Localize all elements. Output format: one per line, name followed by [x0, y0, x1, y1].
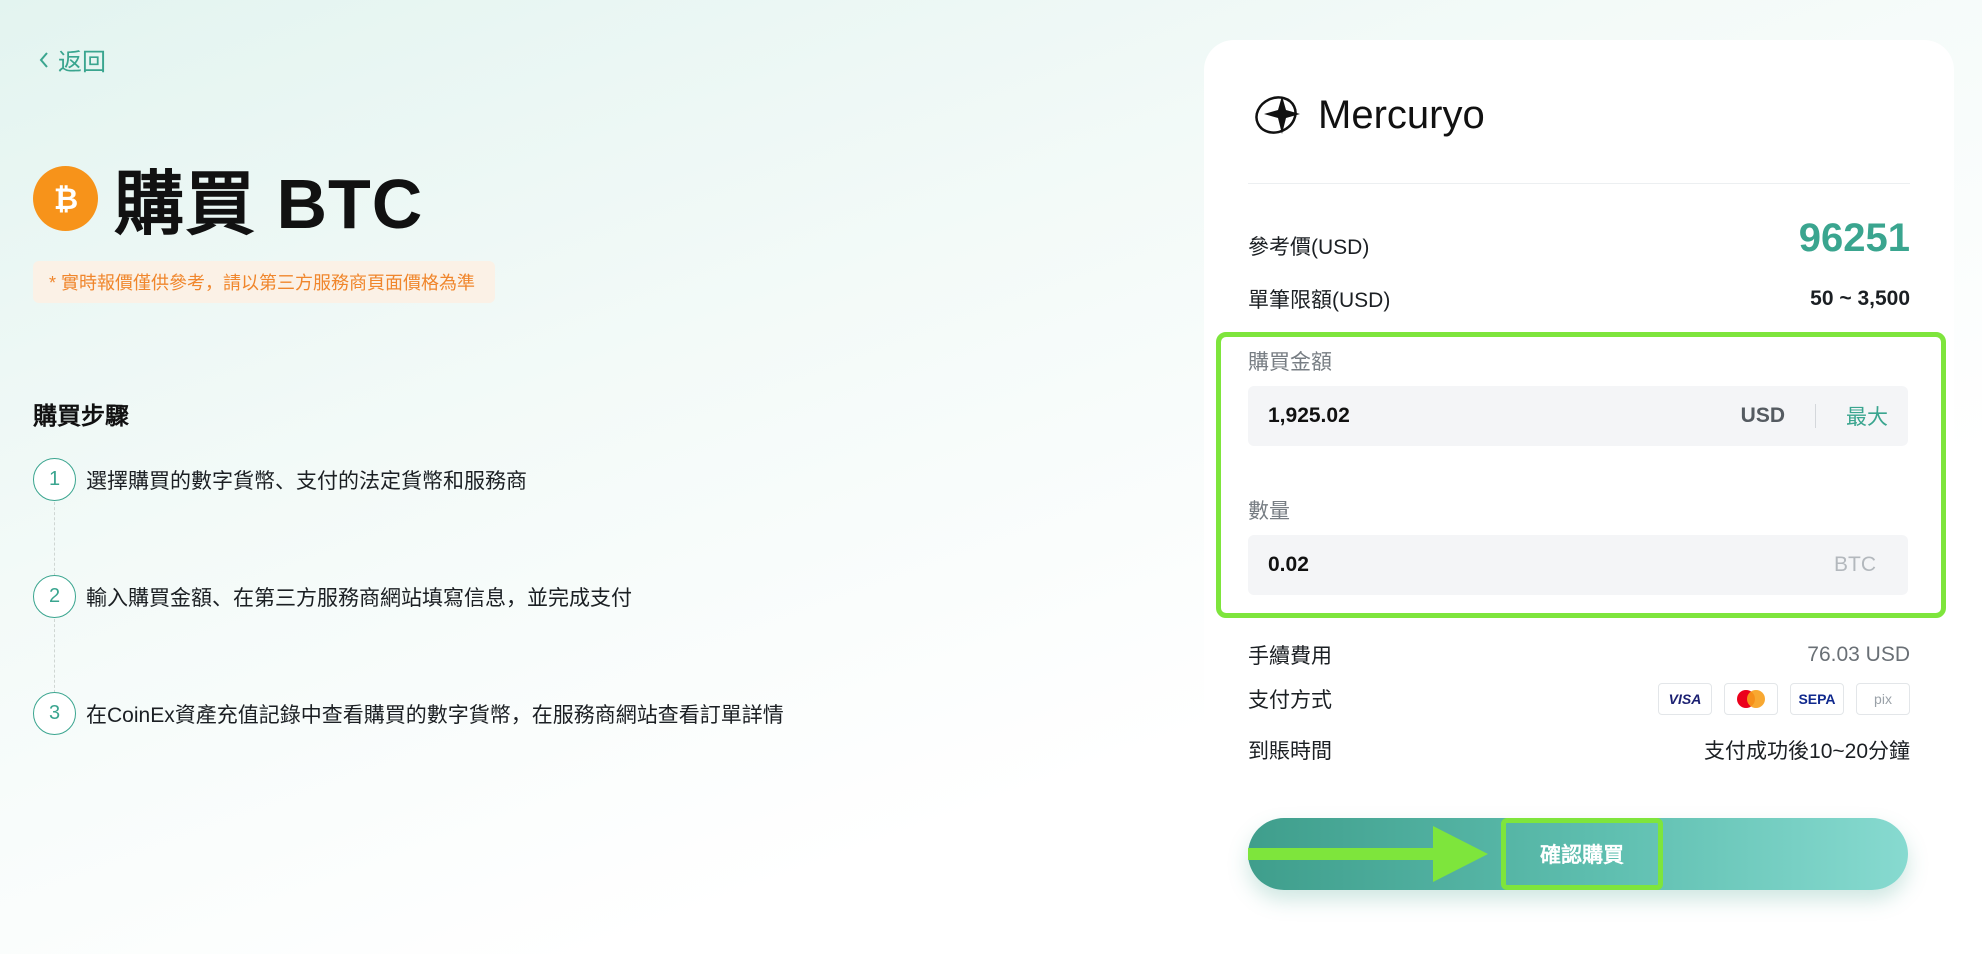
- confirm-purchase-button[interactable]: 確認購買: [1248, 818, 1908, 890]
- payment-methods: VISA SEPA pix: [1658, 683, 1910, 715]
- visa-icon: VISA: [1658, 683, 1712, 715]
- arrow-right-icon: [1248, 826, 1488, 882]
- step-number: 3: [33, 692, 76, 735]
- provider-card: Mercuryo 參考價(USD) 96251 單筆限額(USD) 50 ~ 3…: [1204, 40, 1954, 954]
- steps-title: 購買步驟: [33, 403, 129, 430]
- step-text: 選擇購買的數字貨幣、支付的法定貨幣和服務商: [86, 469, 527, 493]
- price-notice: * 實時報價僅供參考，請以第三方服務商頁面價格為準: [33, 261, 495, 303]
- payment-row: 支付方式 VISA SEPA pix: [1248, 683, 1910, 715]
- payment-label: 支付方式: [1248, 689, 1332, 712]
- amount-label: 購買金額: [1248, 351, 1332, 374]
- back-label: 返回: [58, 49, 106, 76]
- step-2: 2 輸入購買金額、在第三方服務商網站填寫信息，並完成支付: [33, 575, 632, 618]
- sepa-icon: SEPA: [1790, 683, 1844, 715]
- ref-price-row: 參考價(USD) 96251: [1248, 216, 1910, 261]
- step-number: 1: [33, 458, 76, 501]
- provider-name: Mercuryo: [1318, 92, 1485, 137]
- confirm-purchase-label: 確認購買: [1501, 818, 1663, 890]
- step-3: 3 在CoinEx資產充值記錄中查看購買的數字貨幣，在服務商網站查看訂單詳情: [33, 692, 784, 735]
- step-text: 在CoinEx資產充值記錄中查看購買的數字貨幣，在服務商網站查看訂單詳情: [86, 703, 784, 727]
- limit-label: 單筆限額(USD): [1248, 289, 1391, 312]
- divider: [1815, 404, 1816, 428]
- quantity-input[interactable]: [1268, 553, 1834, 577]
- ref-price-label: 參考價(USD): [1248, 235, 1370, 259]
- amount-unit: USD: [1740, 404, 1785, 427]
- step-connector: [54, 619, 55, 698]
- fee-row: 手續費用 76.03 USD: [1248, 640, 1910, 670]
- step-text: 輸入購買金額、在第三方服務商網站填寫信息，並完成支付: [86, 586, 632, 610]
- limit-row: 單筆限額(USD) 50 ~ 3,500: [1248, 284, 1910, 314]
- step-number: 2: [33, 575, 76, 618]
- arrival-row: 到賬時間 支付成功後10~20分鐘: [1248, 735, 1910, 765]
- limit-value: 50 ~ 3,500: [1810, 287, 1910, 310]
- arrival-value: 支付成功後10~20分鐘: [1704, 740, 1910, 763]
- bitcoin-icon: ₿: [33, 166, 98, 231]
- back-link[interactable]: 返回: [36, 42, 106, 77]
- step-1: 1 選擇購買的數字貨幣、支付的法定貨幣和服務商: [33, 458, 527, 501]
- page-title: 購買 BTC: [114, 165, 424, 243]
- divider: [1248, 183, 1910, 184]
- page-header: ₿ 購買 BTC: [33, 148, 423, 249]
- arrival-label: 到賬時間: [1248, 740, 1332, 763]
- fee-label: 手續費用: [1248, 645, 1332, 668]
- step-connector: [54, 502, 55, 581]
- quantity-unit: BTC: [1834, 553, 1876, 576]
- mastercard-icon: [1724, 683, 1778, 715]
- amount-field: USD 最大: [1248, 386, 1908, 446]
- svg-text:₿: ₿: [53, 182, 77, 217]
- quantity-field: BTC: [1248, 535, 1908, 595]
- quantity-label: 數量: [1248, 500, 1290, 523]
- fee-value: 76.03 USD: [1807, 643, 1910, 666]
- max-button[interactable]: 最大: [1846, 401, 1888, 431]
- provider-brand: Mercuryo: [1252, 90, 1485, 140]
- ref-price-value: 96251: [1798, 216, 1910, 260]
- pix-icon: pix: [1856, 683, 1910, 715]
- amount-input[interactable]: [1268, 404, 1741, 428]
- chevron-left-icon: [39, 51, 48, 68]
- mercuryo-logo-icon: [1255, 96, 1300, 134]
